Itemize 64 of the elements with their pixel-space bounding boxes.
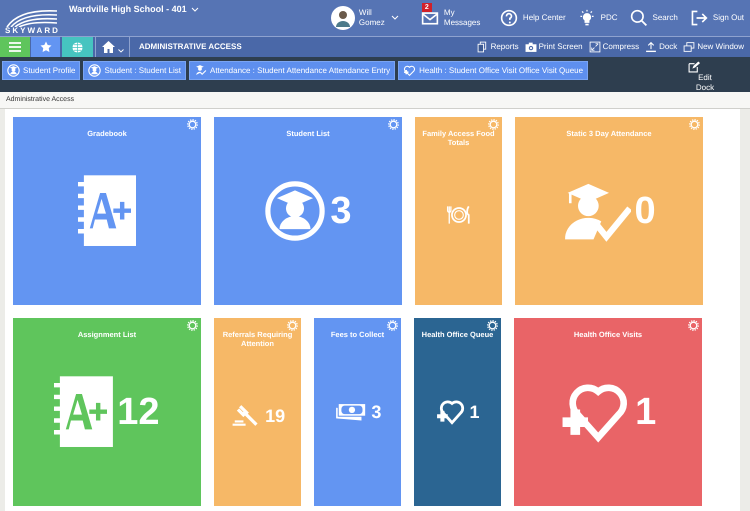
tile-count: 0	[634, 192, 656, 230]
settings-icon	[487, 320, 498, 331]
nav-link[interactable]: My Messages	[444, 8, 488, 28]
tile-count: 12	[117, 392, 160, 430]
globe-icon	[72, 42, 83, 52]
settings-icon	[688, 320, 699, 331]
settings-icon	[187, 320, 198, 331]
settings-icon	[387, 320, 398, 331]
dock-shortcut[interactable]: Student Profile	[2, 61, 80, 80]
student-check-icon	[194, 64, 207, 77]
school-selector[interactable]: Wardville High School - 401	[69, 3, 187, 16]
heart-plus-icon	[436, 398, 466, 424]
logo-text: SKYWARD	[5, 26, 60, 34]
toolbar-button[interactable]: Reports	[476, 37, 519, 57]
toolbar-button[interactable]: New Window	[683, 37, 744, 57]
help-icon	[500, 9, 518, 27]
settings-icon	[689, 119, 700, 130]
heart-plus-icon	[403, 64, 416, 77]
avatar-icon	[330, 6, 355, 30]
upload-icon	[645, 41, 658, 53]
sign-out-icon	[690, 9, 708, 27]
nav-link[interactable]: Sign Out	[712, 13, 744, 23]
toolbar-button[interactable]: Compress	[588, 37, 640, 57]
toolbar-button[interactable]: Print Screen	[524, 37, 583, 57]
settings-icon	[287, 320, 298, 331]
student-icon	[88, 64, 102, 77]
edit-dock-button[interactable]: Edit Dock	[688, 61, 722, 93]
edit-icon	[688, 61, 700, 73]
menu-icon	[9, 42, 21, 52]
nav-link[interactable]: Search	[652, 13, 678, 23]
tile-count: 3	[371, 402, 382, 420]
star-icon	[40, 41, 52, 53]
tile-count: 1	[635, 392, 656, 430]
settings-icon	[388, 119, 399, 130]
lightbulb-icon	[578, 9, 596, 27]
tile-count: 19	[265, 407, 286, 425]
compress-icon	[588, 41, 601, 53]
favorites-button[interactable]	[31, 37, 60, 57]
dock-shortcut[interactable]: Student : Student List	[83, 61, 186, 80]
dock-shortcut[interactable]: Health : Student Office Visit Office Visit Queue	[398, 61, 588, 80]
home-icon	[102, 41, 114, 53]
nav-link[interactable]: Help Center	[522, 13, 566, 23]
camera-icon	[524, 41, 537, 53]
chevron-icon	[118, 49, 124, 53]
notebook-icon	[54, 376, 114, 448]
student-icon	[264, 180, 326, 242]
student-icon	[7, 64, 20, 77]
settings-icon	[187, 119, 198, 130]
tile-count: 3	[330, 192, 352, 230]
search-icon	[630, 9, 648, 27]
page-title: ADMINISTRATIVE ACCESS	[139, 41, 242, 53]
settings-icon	[488, 119, 499, 130]
logo-arcs-icon	[5, 8, 57, 26]
windows-icon	[683, 41, 696, 53]
documents-icon	[476, 41, 489, 53]
toolbar-button[interactable]: Dock	[645, 37, 678, 57]
nav-link[interactable]: PDC	[600, 13, 618, 23]
notebook-icon	[78, 174, 136, 246]
tile-count: 1	[469, 402, 480, 420]
dock-shortcut[interactable]: Attendance : Student Attendance Attendance Entry	[188, 61, 396, 80]
chevron-icon	[390, 15, 399, 21]
menu-button[interactable]	[0, 37, 30, 57]
user-name[interactable]: Will Gomez	[358, 8, 387, 28]
chevron-icon	[190, 6, 199, 13]
